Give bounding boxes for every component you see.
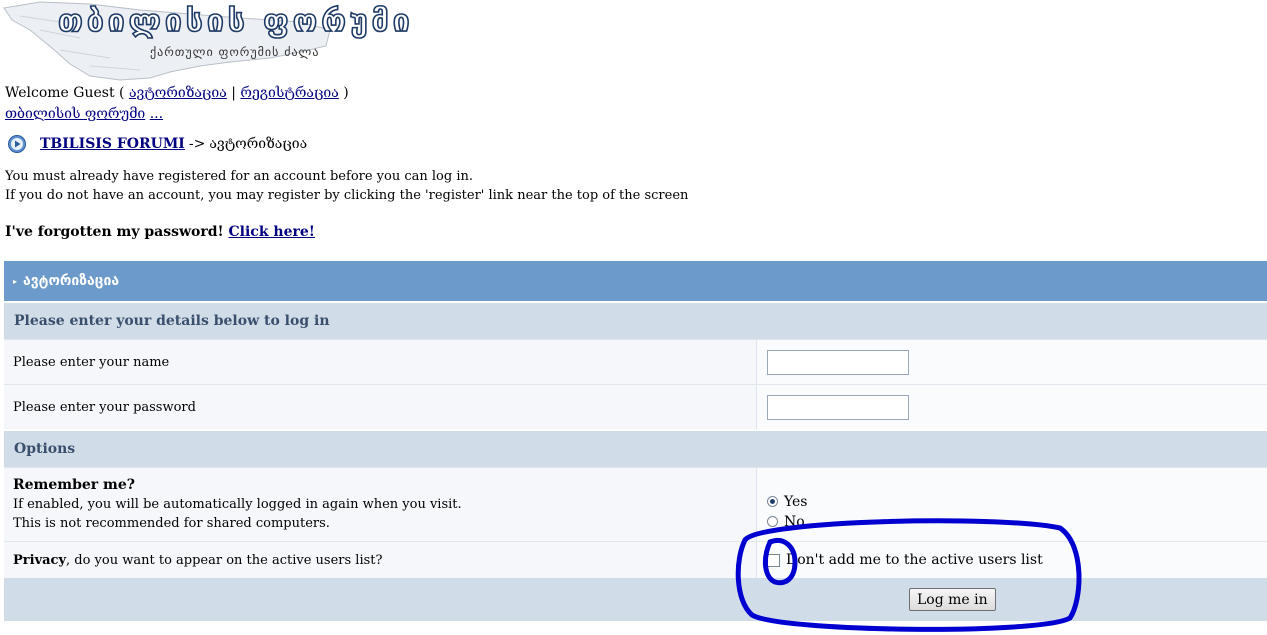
forgot-text: I've forgotten my password! <box>5 224 224 240</box>
privacy-checkbox[interactable] <box>767 553 780 567</box>
remember-label-cell: Remember me? If enabled, you will be aut… <box>4 468 757 541</box>
breadcrumb: TBILISIS FORUMI -> ავტორიზაცია <box>8 134 307 154</box>
forgot-password: I've forgotten my password! Click here! <box>5 224 315 240</box>
breadcrumb-forum-link[interactable]: TBILISIS FORUMI <box>40 136 185 152</box>
panel-title-bar: ▸ ავტორიზაცია <box>4 261 1267 301</box>
remember-options: Yes No <box>757 468 1267 541</box>
site-logo[interactable]: თბილისის ფორუმი ქართული ფორუმის ძალა <box>0 0 414 82</box>
privacy-title: Privacy <box>13 552 67 568</box>
submit-row: Log me in <box>4 578 1267 621</box>
options-header: Options <box>4 431 1267 467</box>
login-link[interactable]: ავტორიზაცია <box>129 85 227 101</box>
welcome-suffix: ) <box>343 85 349 101</box>
welcome-bar: Welcome Guest ( ავტორიზაცია | რეგისტრაცი… <box>5 85 349 101</box>
breadcrumb-current: ავტორიზაცია <box>209 136 308 152</box>
privacy-checkbox-label: Don't add me to the active users list <box>786 552 1043 568</box>
login-submit-button[interactable]: Log me in <box>909 588 996 611</box>
top-breadcrumb: თბილისის ფორუმი ... <box>5 106 163 122</box>
username-cell <box>757 340 1267 384</box>
arrow-right-icon: ▸ <box>13 276 18 286</box>
panel-title: ავტორიზაცია <box>23 273 120 289</box>
username-row: Please enter your name <box>4 339 1267 384</box>
privacy-label-cell: Privacy, do you want to appear on the ac… <box>4 542 757 578</box>
welcome-text: Welcome Guest ( <box>5 85 125 101</box>
logo-title: თბილისის ფორუმი <box>57 3 414 40</box>
username-label: Please enter your name <box>4 340 757 384</box>
password-cell <box>757 385 1267 429</box>
intro-text: You must already have registered for an … <box>5 167 688 205</box>
forum-home-link[interactable]: თბილისის ფორუმი <box>5 106 145 122</box>
forgot-password-link[interactable]: Click here! <box>229 224 315 240</box>
breadcrumb-arrow: -> <box>188 136 206 152</box>
more-link[interactable]: ... <box>150 106 163 122</box>
welcome-separator: | <box>231 85 236 101</box>
privacy-row: Privacy, do you want to appear on the ac… <box>4 541 1267 578</box>
privacy-question: , do you want to appear on the active us… <box>66 552 383 568</box>
username-input[interactable] <box>767 349 909 375</box>
remember-desc-2: This is not recommended for shared compu… <box>13 516 330 531</box>
remember-yes-radio[interactable] <box>767 496 778 507</box>
remember-no-option[interactable]: No <box>767 512 808 532</box>
remember-yes-option[interactable]: Yes <box>767 492 808 512</box>
register-link[interactable]: რეგისტრაცია <box>240 85 338 101</box>
intro-line-2: If you do not have an account, you may r… <box>5 188 689 203</box>
intro-line-1: You must already have registered for an … <box>5 169 473 184</box>
details-header: Please enter your details below to log i… <box>4 303 1267 339</box>
remember-no-radio[interactable] <box>767 516 778 527</box>
password-row: Please enter your password <box>4 384 1267 429</box>
remember-row: Remember me? If enabled, you will be aut… <box>4 467 1267 541</box>
privacy-option: Don't add me to the active users list <box>757 542 1267 578</box>
logo-subtitle: ქართული ფორუმის ძალა <box>150 45 320 59</box>
password-label: Please enter your password <box>4 385 757 429</box>
password-input[interactable] <box>767 394 909 420</box>
login-panel: ▸ ავტორიზაცია Please enter your details … <box>4 261 1267 621</box>
remember-desc-1: If enabled, you will be automatically lo… <box>13 497 462 512</box>
remember-no-label: No <box>784 513 805 530</box>
remember-title: Remember me? <box>13 477 135 493</box>
play-icon <box>8 135 26 153</box>
remember-yes-label: Yes <box>784 493 808 510</box>
